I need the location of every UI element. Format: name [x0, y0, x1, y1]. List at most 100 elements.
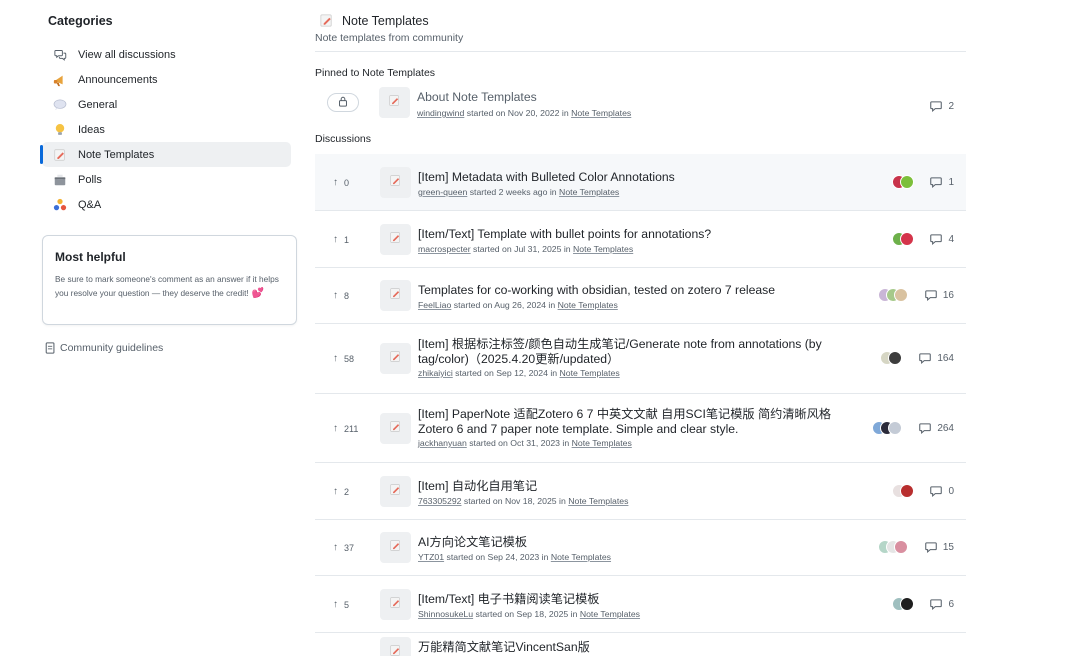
discussion-title-link[interactable]: [Item] Metadata with Bulleted Color Anno…	[418, 170, 675, 185]
sidebar-item-note-templates[interactable]: Note Templates	[40, 142, 291, 167]
memo-icon	[389, 644, 402, 656]
people-icon	[53, 198, 67, 212]
comment-count-value: 1	[948, 176, 954, 188]
upvote-button[interactable]: ↑ 1	[333, 234, 349, 245]
discussion-title-line2: Zotero 6 and 7 paper note template. Simp…	[418, 422, 739, 436]
comment-count[interactable]: 6	[930, 598, 954, 610]
discussion-row[interactable]: ↑ 2 [Item] 自动化自用笔记 763305292 started on Nov…	[315, 463, 966, 520]
discussion-title-link[interactable]: About Note Templates	[417, 90, 537, 104]
discussion-title-link[interactable]: [Item] 根据标注标签/颜色自动生成笔记/Generate note fro…	[418, 337, 822, 367]
category-link[interactable]: Note Templates	[571, 108, 631, 118]
discussion-row[interactable]: ↑ 5 [Item/Text] 电子书籍阅读笔记模板 ShinnosukeLu sta…	[315, 576, 966, 633]
comment-count[interactable]: 0	[930, 485, 954, 497]
upvote-button[interactable]: ↑ 5	[333, 599, 349, 610]
category-link[interactable]: Note Templates	[558, 300, 618, 310]
discussion-title-line1: 万能精简文献笔记VincentSan版	[418, 640, 590, 654]
avatar[interactable]	[888, 351, 902, 365]
discussion-title-link[interactable]: [Item/Text] Template with bullet points …	[418, 227, 711, 242]
sidebar-item-announcements[interactable]: Announcements	[42, 67, 291, 92]
comment-count[interactable]: 164	[919, 352, 954, 364]
pinned-section-label: Pinned to Note Templates	[315, 67, 436, 79]
arrow-up-icon: ↑	[333, 290, 338, 301]
lightbulb-icon	[53, 123, 67, 137]
vote-count: 2	[344, 486, 350, 497]
heart-icon: 💕	[251, 288, 265, 299]
community-guidelines-link[interactable]: Community guidelines	[45, 342, 163, 354]
discussion-row[interactable]: ↑ 1 [Item/Text] Template with bullet point…	[315, 211, 966, 268]
upvote-button[interactable]: ↑ 0	[333, 177, 349, 188]
discussion-title-link[interactable]: Templates for co-working with obsidian, …	[418, 283, 775, 298]
category-tile	[379, 87, 410, 118]
discussion-row[interactable]: ↑ 0 [Item] Metadata with Bulleted Color An…	[315, 154, 966, 211]
avatar[interactable]	[888, 421, 902, 435]
avatar[interactable]	[900, 597, 914, 611]
sidebar-item-general[interactable]: General	[42, 92, 291, 117]
sidebar-item-label: Announcements	[78, 73, 158, 86]
discussion-row[interactable]: 万能精简文献笔记VincentSan版	[315, 633, 966, 656]
discussion-title-link[interactable]: [Item] PaperNote 适配Zotero 6 7 中英文文献 自用SC…	[418, 407, 831, 437]
upvote-button[interactable]: ↑ 37	[333, 542, 354, 553]
pinned-discussion[interactable]: About Note Templates windingwind started…	[315, 84, 966, 124]
category-link[interactable]: Note Templates	[559, 187, 619, 197]
discussion-title-link[interactable]: [Item/Text] 电子书籍阅读笔记模板	[418, 592, 599, 607]
memo-icon	[389, 287, 402, 305]
memo-icon	[389, 483, 402, 501]
memo-icon	[388, 94, 401, 112]
document-icon	[45, 342, 57, 354]
author-link[interactable]: YTZ01	[418, 552, 444, 562]
upvote-button[interactable]: ↑ 211	[333, 423, 358, 434]
category-link[interactable]: Note Templates	[560, 368, 620, 378]
comment-icon	[930, 100, 943, 112]
category-link[interactable]: Note Templates	[580, 609, 640, 619]
author-link[interactable]: jackhanyuan	[418, 438, 467, 448]
author-link[interactable]: 763305292	[418, 496, 461, 506]
discussion-row[interactable]: ↑ 37 AI方向论文笔记模板 YTZ01 started on Sep 24, 20…	[315, 520, 966, 576]
sidebar-item-label: Q&A	[78, 198, 102, 211]
author-link[interactable]: green-queen	[418, 187, 467, 197]
comment-icon	[925, 541, 937, 553]
avatar[interactable]	[900, 232, 914, 246]
author-link[interactable]: macrospecter	[418, 244, 471, 254]
category-tile	[380, 637, 411, 656]
comment-count[interactable]: 1	[930, 176, 954, 188]
discussion-title-link[interactable]: AI方向论文笔记模板	[418, 535, 527, 550]
sidebar-item-polls[interactable]: Polls	[42, 167, 291, 192]
discussion-row[interactable]: ↑ 8 Templates for co-working with obsidian…	[315, 268, 966, 324]
upvote-button[interactable]: ↑ 8	[333, 290, 349, 301]
comment-count[interactable]: 16	[925, 289, 954, 301]
comment-count[interactable]: 15	[925, 541, 954, 553]
comment-count-value: 15	[942, 541, 954, 553]
category-link[interactable]: Note Templates	[573, 244, 633, 254]
most-helpful-text: Be sure to mark someone's comment as an …	[55, 272, 284, 301]
participant-avatars	[892, 232, 914, 246]
participant-avatars	[878, 540, 908, 554]
author-link[interactable]: windingwind	[417, 108, 464, 118]
sidebar-item-view-all[interactable]: View all discussions	[42, 42, 291, 67]
comment-count[interactable]: 264	[919, 422, 954, 434]
discussion-row[interactable]: ↑ 211 [Item] PaperNote 适配Zotero 6 7 中英文文献 …	[315, 394, 966, 463]
sidebar-item-ideas[interactable]: Ideas	[42, 117, 291, 142]
avatar[interactable]	[894, 540, 908, 554]
upvote-button[interactable]: ↑ 2	[333, 486, 349, 497]
comment-count[interactable]: 2	[930, 100, 954, 112]
comment-count[interactable]: 4	[930, 233, 954, 245]
discussions-icon	[53, 48, 67, 62]
discussion-title-link[interactable]: 万能精简文献笔记VincentSan版	[418, 640, 590, 655]
category-link[interactable]: Note Templates	[572, 438, 632, 448]
discussion-row[interactable]: ↑ 58 [Item] 根据标注标签/颜色自动生成笔记/Generate note …	[315, 324, 966, 394]
sidebar-item-qa[interactable]: Q&A	[42, 192, 291, 217]
category-link[interactable]: Note Templates	[568, 496, 628, 506]
discussion-title-line1: [Item] 自动化自用笔记	[418, 479, 538, 493]
discussion-meta: green-queen started 2 weeks ago in Note …	[418, 187, 619, 197]
category-link[interactable]: Note Templates	[551, 552, 611, 562]
avatar[interactable]	[894, 288, 908, 302]
participant-avatars	[892, 597, 914, 611]
discussion-title-link[interactable]: [Item] 自动化自用笔记	[418, 479, 537, 494]
author-link[interactable]: ShinnosukeLu	[418, 609, 473, 619]
author-link[interactable]: FeelLiao	[418, 300, 451, 310]
author-link[interactable]: zhikaiyici	[418, 368, 453, 378]
participant-avatars	[880, 351, 902, 365]
avatar[interactable]	[900, 484, 914, 498]
upvote-button[interactable]: ↑ 58	[333, 353, 354, 364]
avatar[interactable]	[900, 175, 914, 189]
